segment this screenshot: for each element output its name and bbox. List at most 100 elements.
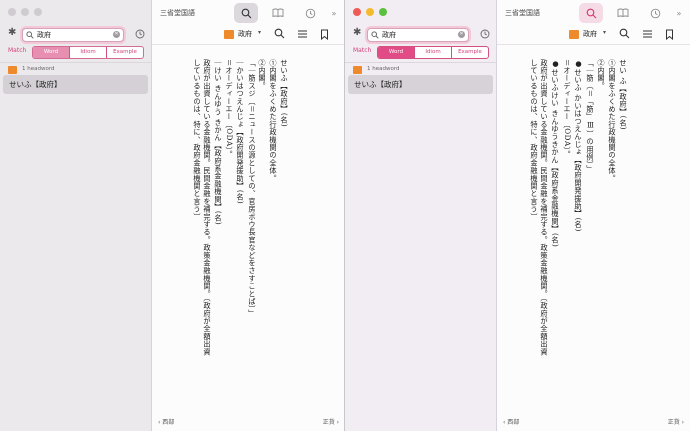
sidebar: ✱ 政府 ✕ Match Word Idiom Example 1 headwo…	[0, 0, 152, 431]
more-button[interactable]: »	[667, 3, 690, 23]
zoom-button[interactable]	[379, 8, 387, 16]
entry-content: せいふ【政府】(名) ①内閣をふくめた行政機関の全体。 ②内閣。 「｜筋スジ〔＝…	[152, 45, 345, 411]
dictionary-icon	[8, 66, 17, 74]
dictionary-icon	[569, 30, 579, 39]
bookmark-icon[interactable]	[665, 29, 674, 40]
clear-icon[interactable]: ✕	[113, 31, 120, 38]
entry-link[interactable]: ＝オーディーエー〔ODA〕。	[563, 59, 572, 158]
previous-entry-link[interactable]: ‹ 西部	[503, 417, 519, 426]
search-input[interactable]: 政府 ✕	[22, 28, 124, 42]
find-in-page-icon[interactable]	[619, 28, 630, 39]
entry-line: 政府が出資している金融機関。民間金融を補完する。政策金融機関。〔政府が全額出資	[540, 59, 549, 356]
window-right: ✱ 政府 ✕ Match Word Idiom Example 1 headwo…	[345, 0, 690, 431]
minimize-button[interactable]	[21, 8, 29, 16]
chevron-down-icon[interactable]: ▾	[603, 29, 606, 36]
search-icon	[26, 31, 34, 39]
match-segmented-control: Word Idiom Example	[32, 46, 144, 59]
previous-entry-link[interactable]: ‹ 西部	[158, 417, 174, 426]
result-item[interactable]: せいふ【政府】	[3, 75, 148, 94]
close-button[interactable]	[353, 8, 361, 16]
list-icon[interactable]	[642, 29, 653, 39]
match-tab-idiom[interactable]: Idiom	[414, 47, 451, 58]
entry-content: せい ふ【政府】(名) ①内閣をふくめた行政機関の全体。 ②内閣。 「｜筋〔＝「…	[497, 45, 690, 411]
result-item[interactable]: せいふ【政府】	[348, 75, 493, 94]
match-segmented-control: Word Idiom Example	[377, 46, 489, 59]
entry-line: 「｜筋スジ〔＝ニュースの源としての、官房ボウ長官などをさすことば〕」	[248, 59, 257, 318]
match-tab-example[interactable]: Example	[106, 47, 143, 58]
next-entry-link[interactable]: 正貨 ›	[323, 417, 339, 426]
headword-count-row: 1 headword	[0, 62, 151, 75]
sidebar-titlebar	[345, 0, 496, 26]
entry-line: ②内閣。	[597, 59, 606, 90]
next-entry-link[interactable]: 正貨 ›	[668, 417, 684, 426]
entry-line[interactable]: ｜かいはつえんじょ【政府開発援助】(名)	[236, 59, 245, 204]
app-title: 三省堂国語	[505, 9, 540, 17]
main-pane: 三省堂国語 » 政府 ▾ せいふ【政府】(名) ①内閣をふくめた行政機関の全体。…	[152, 0, 345, 431]
search-icon	[241, 8, 251, 18]
entry-line: ①内閣をふくめた行政機関の全体。	[608, 59, 617, 183]
headword-count: 1 headword	[22, 66, 55, 72]
main-toolbar: 政府 ▾	[497, 26, 690, 45]
close-button[interactable]	[8, 8, 16, 16]
dictionary-icon	[224, 30, 234, 39]
match-tab-word[interactable]: Word	[378, 47, 414, 58]
list-icon[interactable]	[297, 29, 308, 39]
bookmark-icon[interactable]	[320, 29, 329, 40]
headword-count-row: 1 headword	[345, 62, 496, 75]
entry-line[interactable]: ●せいふけい きんゆうきかん【政府系金融機関】(名)	[551, 59, 560, 247]
entry-line: ②内閣。	[258, 59, 267, 90]
history-tab-button[interactable]	[643, 3, 667, 23]
open-book-icon	[617, 8, 629, 18]
search-query: 政府	[382, 31, 396, 39]
book-tab-button[interactable]	[266, 3, 290, 23]
dictionary-title[interactable]: 政府	[238, 29, 252, 39]
match-tab-idiom[interactable]: Idiom	[69, 47, 106, 58]
search-tab-button[interactable]	[579, 3, 603, 23]
entry-line: しているものは、特に、政府金融機関と言う〕	[530, 59, 539, 221]
search-input[interactable]: 政府 ✕	[367, 28, 469, 42]
search-row: ✱ 政府 ✕	[345, 26, 496, 44]
sidebar-titlebar	[0, 0, 151, 26]
search-query: 政府	[37, 31, 51, 39]
history-tab-button[interactable]	[298, 3, 322, 23]
match-tab-word[interactable]: Word	[33, 47, 69, 58]
chevron-down-icon[interactable]: ▾	[258, 29, 261, 36]
history-icon[interactable]	[135, 29, 145, 39]
book-tab-button[interactable]	[611, 3, 635, 23]
match-label: Match	[353, 47, 372, 54]
zoom-button[interactable]	[34, 8, 42, 16]
asterisk-icon[interactable]: ✱	[353, 27, 361, 38]
entry-line: 政府が出資している金融機関。民間金融を補完する。政策金融機関。〔政府が全額出資	[203, 59, 212, 356]
minimize-button[interactable]	[366, 8, 374, 16]
clear-icon[interactable]: ✕	[458, 31, 465, 38]
entry-line: せいふ【政府】(名)	[280, 59, 289, 128]
entry-line: せい ふ【政府】(名)	[619, 59, 628, 130]
app-title: 三省堂国語	[160, 9, 195, 17]
find-in-page-icon[interactable]	[274, 28, 285, 39]
dictionary-icon	[353, 66, 362, 74]
entry-link[interactable]: ＝オーディーエー〔ODA〕。	[225, 59, 234, 158]
match-row: Match Word Idiom Example	[0, 46, 151, 59]
search-row: ✱ 政府 ✕	[0, 26, 151, 44]
entry-line[interactable]: ●せいふ かいはつえんじょ【政府開発援助】(名)	[574, 59, 583, 232]
search-tab-button[interactable]	[234, 3, 258, 23]
dictionary-title[interactable]: 政府	[583, 29, 597, 39]
entry-line: ①内閣をふくめた行政機関の全体。	[269, 59, 278, 183]
match-tab-example[interactable]: Example	[451, 47, 488, 58]
bottom-nav: ‹ 西部 正貨 ›	[152, 413, 345, 431]
clock-icon	[650, 8, 660, 18]
traffic-lights	[8, 8, 42, 16]
asterisk-icon[interactable]: ✱	[8, 27, 16, 38]
main-toolbar: 政府 ▾	[152, 26, 345, 45]
result-label: せいふ【政府】	[354, 80, 407, 89]
entry-line[interactable]: ｜けい きんゆう きかん【政府系金融機関】(名)	[214, 59, 223, 225]
result-label: せいふ【政府】	[9, 80, 62, 89]
more-button[interactable]: »	[322, 3, 345, 23]
main-titlebar: 三省堂国語 »	[497, 0, 690, 26]
sidebar: ✱ 政府 ✕ Match Word Idiom Example 1 headwo…	[345, 0, 497, 431]
more-icon: »	[331, 8, 337, 18]
match-label: Match	[8, 47, 27, 54]
window-left: ✱ 政府 ✕ Match Word Idiom Example 1 headwo…	[0, 0, 345, 431]
history-icon[interactable]	[480, 29, 490, 39]
bottom-nav: ‹ 西部 正貨 ›	[497, 413, 690, 431]
